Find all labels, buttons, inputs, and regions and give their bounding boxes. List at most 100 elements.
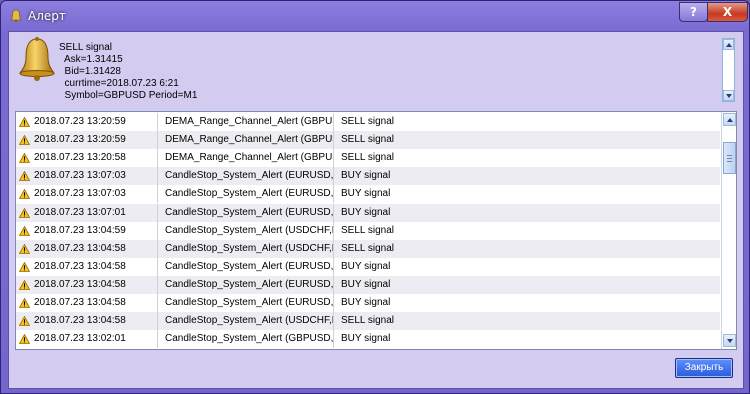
alert-row[interactable]: 2018.07.23 13:04:58 CandleStop_System_Ale… <box>16 239 720 258</box>
alert-time-cell: 2018.07.23 13:04:59 <box>16 221 158 240</box>
alert-source-cell: CandleStop_System_Alert (USDCHF,M1) <box>158 221 334 240</box>
scroll-up-button[interactable] <box>723 39 734 50</box>
alert-row[interactable]: 2018.07.23 13:04:58 CandleStop_System_Ale… <box>16 257 720 276</box>
alert-signal: SELL signal <box>341 242 394 254</box>
alert-signal-cell: SELL signal <box>334 131 720 149</box>
warning-icon <box>19 334 30 345</box>
warning-icon <box>19 243 30 254</box>
message-line: SELL signal <box>59 42 112 53</box>
alert-message: SELL signal Ask=1.31415 Bid=1.31428 curr… <box>59 42 197 102</box>
scroll-down-button[interactable] <box>723 334 736 347</box>
alert-window: Алерт ? X SELL signal Ask=1.31415 Bid=1.… <box>0 0 750 394</box>
alert-time: 2018.07.23 13:20:59 <box>34 134 126 146</box>
alert-signal-cell: BUY signal <box>334 204 720 222</box>
alert-time: 2018.07.23 13:20:59 <box>34 116 126 127</box>
alert-source-cell: CandleStop_System_Alert (EURUSD,M1) <box>158 257 334 276</box>
alert-signal-cell: BUY signal <box>334 185 720 203</box>
alert-source: CandleStop_System_Alert (GBPUSD,M1) <box>165 333 334 345</box>
alert-row[interactable]: 2018.07.23 13:02:01 CandleStop_System_Ale… <box>16 330 720 349</box>
alert-row[interactable]: 2018.07.23 13:07:03 CandleStop_System_Ale… <box>16 185 720 204</box>
grip-line <box>727 158 732 159</box>
alert-time: 2018.07.23 13:04:58 <box>34 315 126 327</box>
alert-source-cell: CandleStop_System_Alert (EURUSD,M1) <box>158 185 334 204</box>
close-button[interactable]: Закрыть <box>675 358 733 378</box>
alert-source: CandleStop_System_Alert (USDCHF,M1) <box>165 224 334 236</box>
alert-signal: SELL signal <box>341 116 394 127</box>
alert-time: 2018.07.23 13:07:01 <box>34 206 126 218</box>
message-line: Ask=1.31415 <box>59 54 123 65</box>
alert-time: 2018.07.23 13:07:03 <box>34 170 126 182</box>
chevron-up-icon <box>727 118 733 122</box>
alert-time-cell: 2018.07.23 13:07:01 <box>16 203 158 222</box>
alert-list[interactable]: 2018.07.23 13:20:59 DEMA_Range_Channel_Al… <box>15 111 737 350</box>
chevron-down-icon <box>727 339 733 343</box>
warning-icon <box>19 225 30 236</box>
warning-icon <box>19 261 30 272</box>
title-bar[interactable]: Алерт ? X <box>1 1 749 31</box>
bell-icon <box>19 37 55 81</box>
alert-row[interactable]: 2018.07.23 13:04:58 CandleStop_System_Ale… <box>16 312 720 331</box>
alert-source-cell: CandleStop_System_Alert (EURUSD,M1) <box>158 203 334 222</box>
alert-panel: SELL signal Ask=1.31415 Bid=1.31428 curr… <box>8 31 744 389</box>
warning-icon <box>19 135 30 145</box>
alert-row[interactable]: 2018.07.23 13:07:03 CandleStop_System_Ale… <box>16 167 720 186</box>
alert-signal: SELL signal <box>341 152 394 164</box>
alert-time-cell: 2018.07.23 13:04:58 <box>16 294 158 312</box>
alert-time: 2018.07.23 13:02:01 <box>34 333 126 345</box>
alert-source: CandleStop_System_Alert (EURUSD,M1) <box>165 278 334 290</box>
alert-source-cell: CandleStop_System_Alert (EURUSD,M1) <box>158 167 334 186</box>
alert-row[interactable]: 2018.07.23 13:04:58 CandleStop_System_Ale… <box>16 294 720 312</box>
alert-source: CandleStop_System_Alert (EURUSD,M1) <box>165 206 334 218</box>
alert-time-cell: 2018.07.23 13:20:59 <box>16 131 158 150</box>
message-scrollbar[interactable] <box>722 38 735 102</box>
alert-signal-cell: SELL signal <box>334 222 720 240</box>
chevron-down-icon <box>726 94 732 98</box>
alert-signal: SELL signal <box>341 134 394 146</box>
warning-icon <box>19 171 30 182</box>
alert-signal-cell: BUY signal <box>334 258 720 276</box>
warning-icon <box>19 207 30 218</box>
alert-row[interactable]: 2018.07.23 13:07:01 CandleStop_System_Ale… <box>16 203 720 222</box>
alert-row[interactable]: 2018.07.23 13:20:59 DEMA_Range_Channel_Al… <box>16 131 720 150</box>
alert-row[interactable]: 2018.07.23 13:04:58 CandleStop_System_Ale… <box>16 275 720 294</box>
alert-source-cell: CandleStop_System_Alert (GBPUSD,M1) <box>158 330 334 349</box>
alert-time: 2018.07.23 13:04:58 <box>34 260 126 272</box>
help-button[interactable]: ? <box>679 2 708 22</box>
alert-source: CandleStop_System_Alert (USDCHF,M1) <box>165 315 334 327</box>
alert-signal: BUY signal <box>341 188 391 200</box>
alert-row[interactable]: 2018.07.23 13:20:59 DEMA_Range_Channel_Al… <box>16 113 720 131</box>
alert-signal: BUY signal <box>341 278 391 290</box>
window-title: Алерт <box>28 9 66 23</box>
scroll-down-button[interactable] <box>723 90 734 101</box>
alert-source-cell: CandleStop_System_Alert (EURUSD,M1) <box>158 294 334 312</box>
alert-signal-cell: BUY signal <box>334 294 720 312</box>
warning-icon <box>19 117 30 127</box>
alert-signal-cell: SELL signal <box>334 149 720 167</box>
bell-icon <box>10 9 22 23</box>
warning-icon <box>19 316 30 326</box>
alert-signal: SELL signal <box>341 315 394 327</box>
message-line: currtime=2018.07.23 6:21 <box>59 78 179 89</box>
list-scrollbar[interactable] <box>721 112 736 349</box>
alert-row[interactable]: 2018.07.23 13:04:59 CandleStop_System_Ale… <box>16 221 720 240</box>
scroll-up-button[interactable] <box>723 113 736 126</box>
alert-source-cell: DEMA_Range_Channel_Alert (GBPUSD... <box>158 131 334 150</box>
close-window-button[interactable]: X <box>707 2 748 22</box>
warning-icon <box>19 189 30 200</box>
alert-time: 2018.07.23 13:07:03 <box>34 188 126 200</box>
warning-icon <box>19 298 30 308</box>
alert-time: 2018.07.23 13:20:58 <box>34 152 126 164</box>
alert-signal-cell: BUY signal <box>334 330 720 348</box>
alert-source: CandleStop_System_Alert (EURUSD,M1) <box>165 297 334 308</box>
alert-source-cell: DEMA_Range_Channel_Alert (GBPUSD... <box>158 113 334 131</box>
alert-time-cell: 2018.07.23 13:20:59 <box>16 113 158 131</box>
alert-row[interactable]: 2018.07.23 13:20:58 DEMA_Range_Channel_Al… <box>16 149 720 168</box>
alert-source-cell: CandleStop_System_Alert (EURUSD,M1) <box>158 275 334 294</box>
alert-signal-cell: SELL signal <box>334 312 720 330</box>
alert-source: CandleStop_System_Alert (EURUSD,M1) <box>165 170 334 182</box>
alert-source: CandleStop_System_Alert (EURUSD,M1) <box>165 260 334 272</box>
alert-source: DEMA_Range_Channel_Alert (GBPUSD... <box>165 152 333 164</box>
alert-time-cell: 2018.07.23 13:02:01 <box>16 330 158 349</box>
alert-time-cell: 2018.07.23 13:04:58 <box>16 275 158 294</box>
scroll-thumb[interactable] <box>723 142 736 174</box>
